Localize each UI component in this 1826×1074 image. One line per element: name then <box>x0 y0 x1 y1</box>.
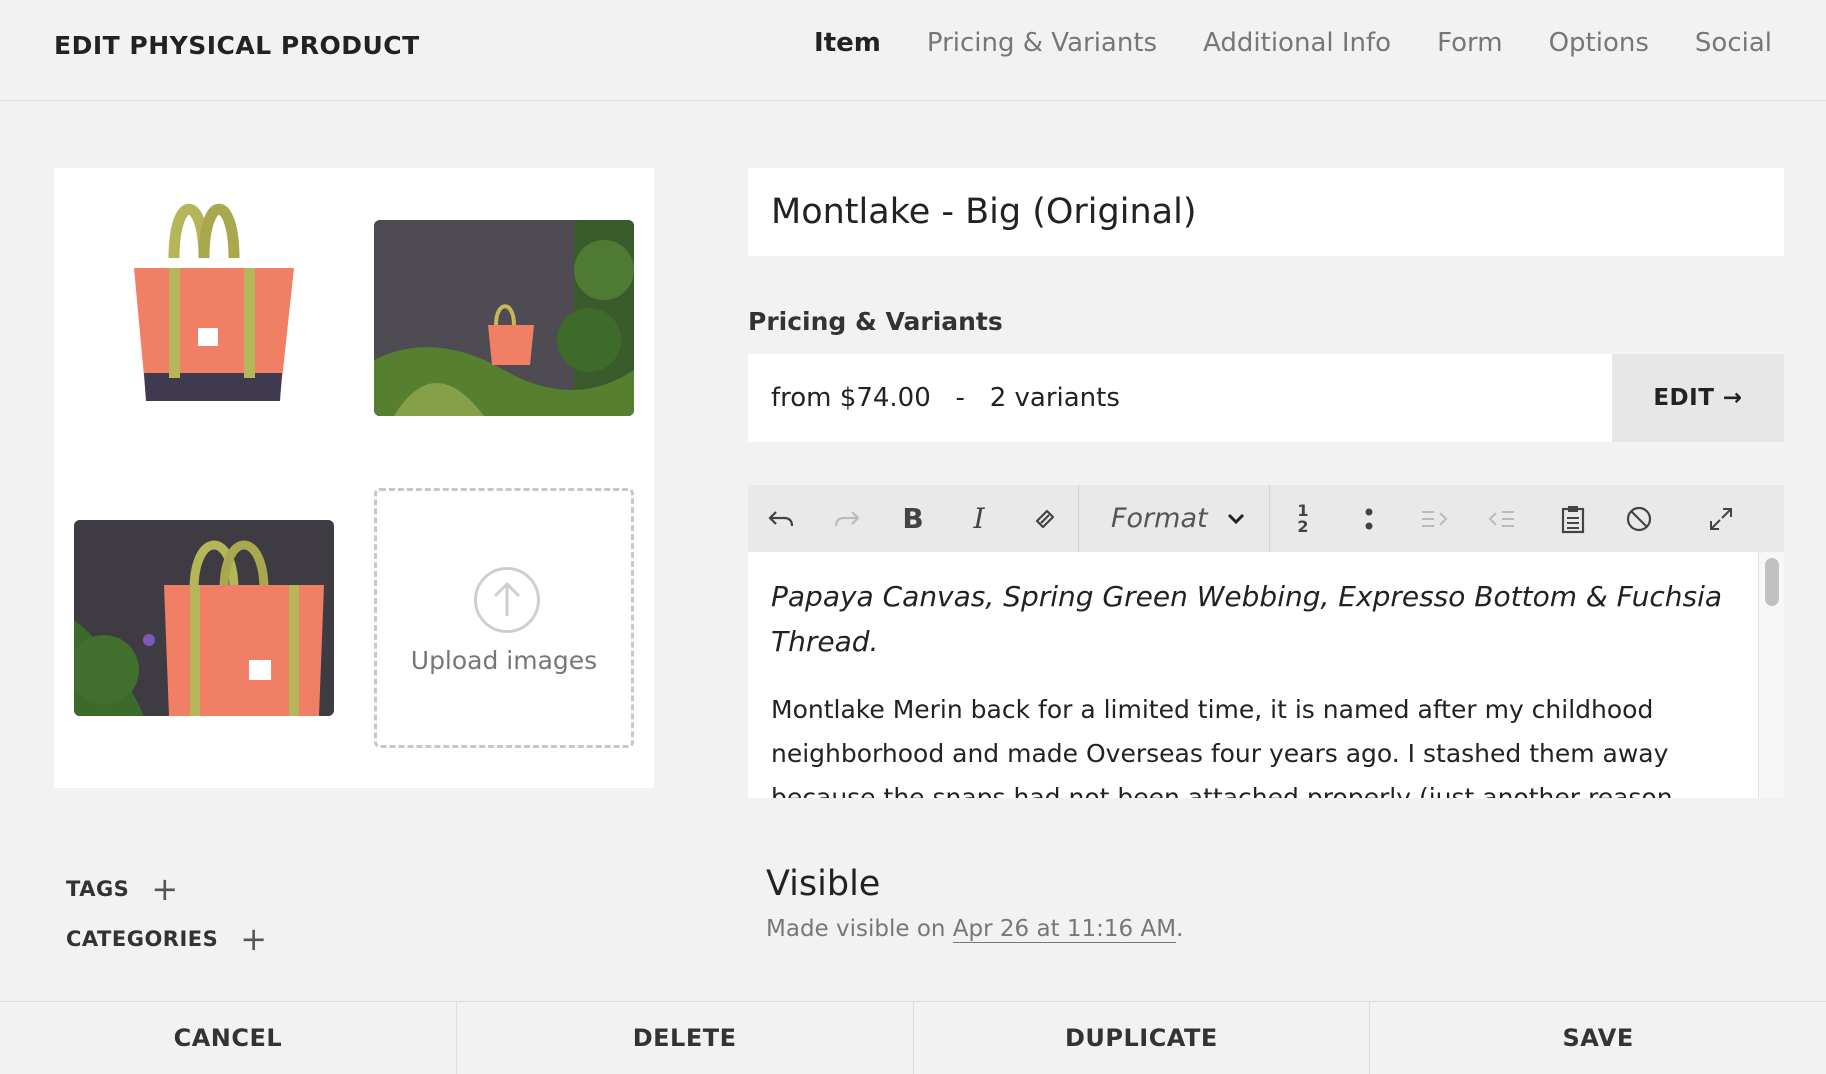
visibility-prefix: Made visible on <box>766 916 953 942</box>
product-images-panel: Upload images <box>54 168 654 788</box>
format-label: Format <box>1111 503 1208 534</box>
tab-form[interactable]: Form <box>1437 28 1503 58</box>
chevron-down-icon <box>1227 513 1245 524</box>
upload-arrow-icon <box>474 567 540 633</box>
numbered-list-icon[interactable]: 12 <box>1270 485 1336 552</box>
indent-icon[interactable] <box>1402 485 1468 552</box>
link-icon[interactable] <box>1012 485 1078 552</box>
editor-scrollbar[interactable] <box>1758 552 1784 798</box>
undo-icon[interactable] <box>748 485 814 552</box>
tab-bar: Item Pricing & Variants Additional Info … <box>814 28 1772 58</box>
product-image-3[interactable] <box>74 520 334 716</box>
page-title: EDIT PHYSICAL PRODUCT <box>54 31 420 60</box>
paste-icon[interactable] <box>1540 485 1606 552</box>
product-image-2[interactable] <box>374 220 634 416</box>
description-editor: B I Format 12 Papaya Canvas, Spring Gree… <box>748 485 1784 798</box>
upload-images-label: Upload images <box>410 646 598 675</box>
tab-item[interactable]: Item <box>814 28 881 58</box>
add-tag-icon[interactable]: + <box>151 873 178 905</box>
tab-options[interactable]: Options <box>1549 28 1649 58</box>
bold-icon[interactable]: B <box>880 485 946 552</box>
expand-icon[interactable] <box>1688 485 1754 552</box>
pricing-section-label: Pricing & Variants <box>748 307 1003 336</box>
format-dropdown[interactable]: Format <box>1079 485 1269 552</box>
save-button[interactable]: SAVE <box>1370 1002 1826 1074</box>
tags-label: TAGS <box>66 877 130 901</box>
duplicate-button[interactable]: DUPLICATE <box>914 1002 1371 1074</box>
edit-pricing-button[interactable]: EDIT → <box>1612 354 1784 442</box>
pricing-summary: from $74.00 - 2 variants <box>771 383 1120 413</box>
tab-social[interactable]: Social <box>1695 28 1772 58</box>
redo-icon[interactable] <box>814 485 880 552</box>
visibility-status[interactable]: Visible <box>766 864 880 904</box>
description-body: Montlake Merin back for a limited time, … <box>771 695 1673 798</box>
top-header: EDIT PHYSICAL PRODUCT Item Pricing & Var… <box>0 0 1826 101</box>
cancel-button[interactable]: CANCEL <box>0 1002 457 1074</box>
italic-icon[interactable]: I <box>946 485 1012 552</box>
description-intro: Papaya Canvas, Spring Green Webbing, Exp… <box>771 580 1723 658</box>
editor-scrollbar-thumb[interactable] <box>1765 558 1779 606</box>
tags-row: TAGS + <box>66 873 179 905</box>
bulleted-list-icon[interactable] <box>1336 485 1402 552</box>
delete-button[interactable]: DELETE <box>457 1002 914 1074</box>
tab-pricing-variants[interactable]: Pricing & Variants <box>927 28 1157 58</box>
clear-format-icon[interactable] <box>1606 485 1672 552</box>
add-category-icon[interactable]: + <box>240 923 267 955</box>
categories-row: CATEGORIES + <box>66 923 268 955</box>
description-text-area[interactable]: Papaya Canvas, Spring Green Webbing, Exp… <box>748 552 1758 798</box>
pricing-summary-row: from $74.00 - 2 variants EDIT → <box>748 354 1784 442</box>
upload-images-dropzone[interactable]: Upload images <box>374 488 634 748</box>
footer-actions: CANCEL DELETE DUPLICATE SAVE <box>0 1001 1826 1074</box>
outdent-icon[interactable] <box>1468 485 1534 552</box>
editor-toolbar: B I Format 12 <box>748 485 1784 552</box>
visibility-date-link[interactable]: Apr 26 at 11:16 AM <box>952 916 1177 943</box>
categories-label: CATEGORIES <box>66 927 219 951</box>
visibility-suffix: . <box>1176 916 1184 942</box>
visibility-detail: Made visible on Apr 26 at 11:16 AM. <box>766 916 1184 943</box>
tab-additional-info[interactable]: Additional Info <box>1203 28 1391 58</box>
product-title-input[interactable]: Montlake - Big (Original) <box>748 168 1784 256</box>
product-image-1[interactable] <box>74 188 336 418</box>
